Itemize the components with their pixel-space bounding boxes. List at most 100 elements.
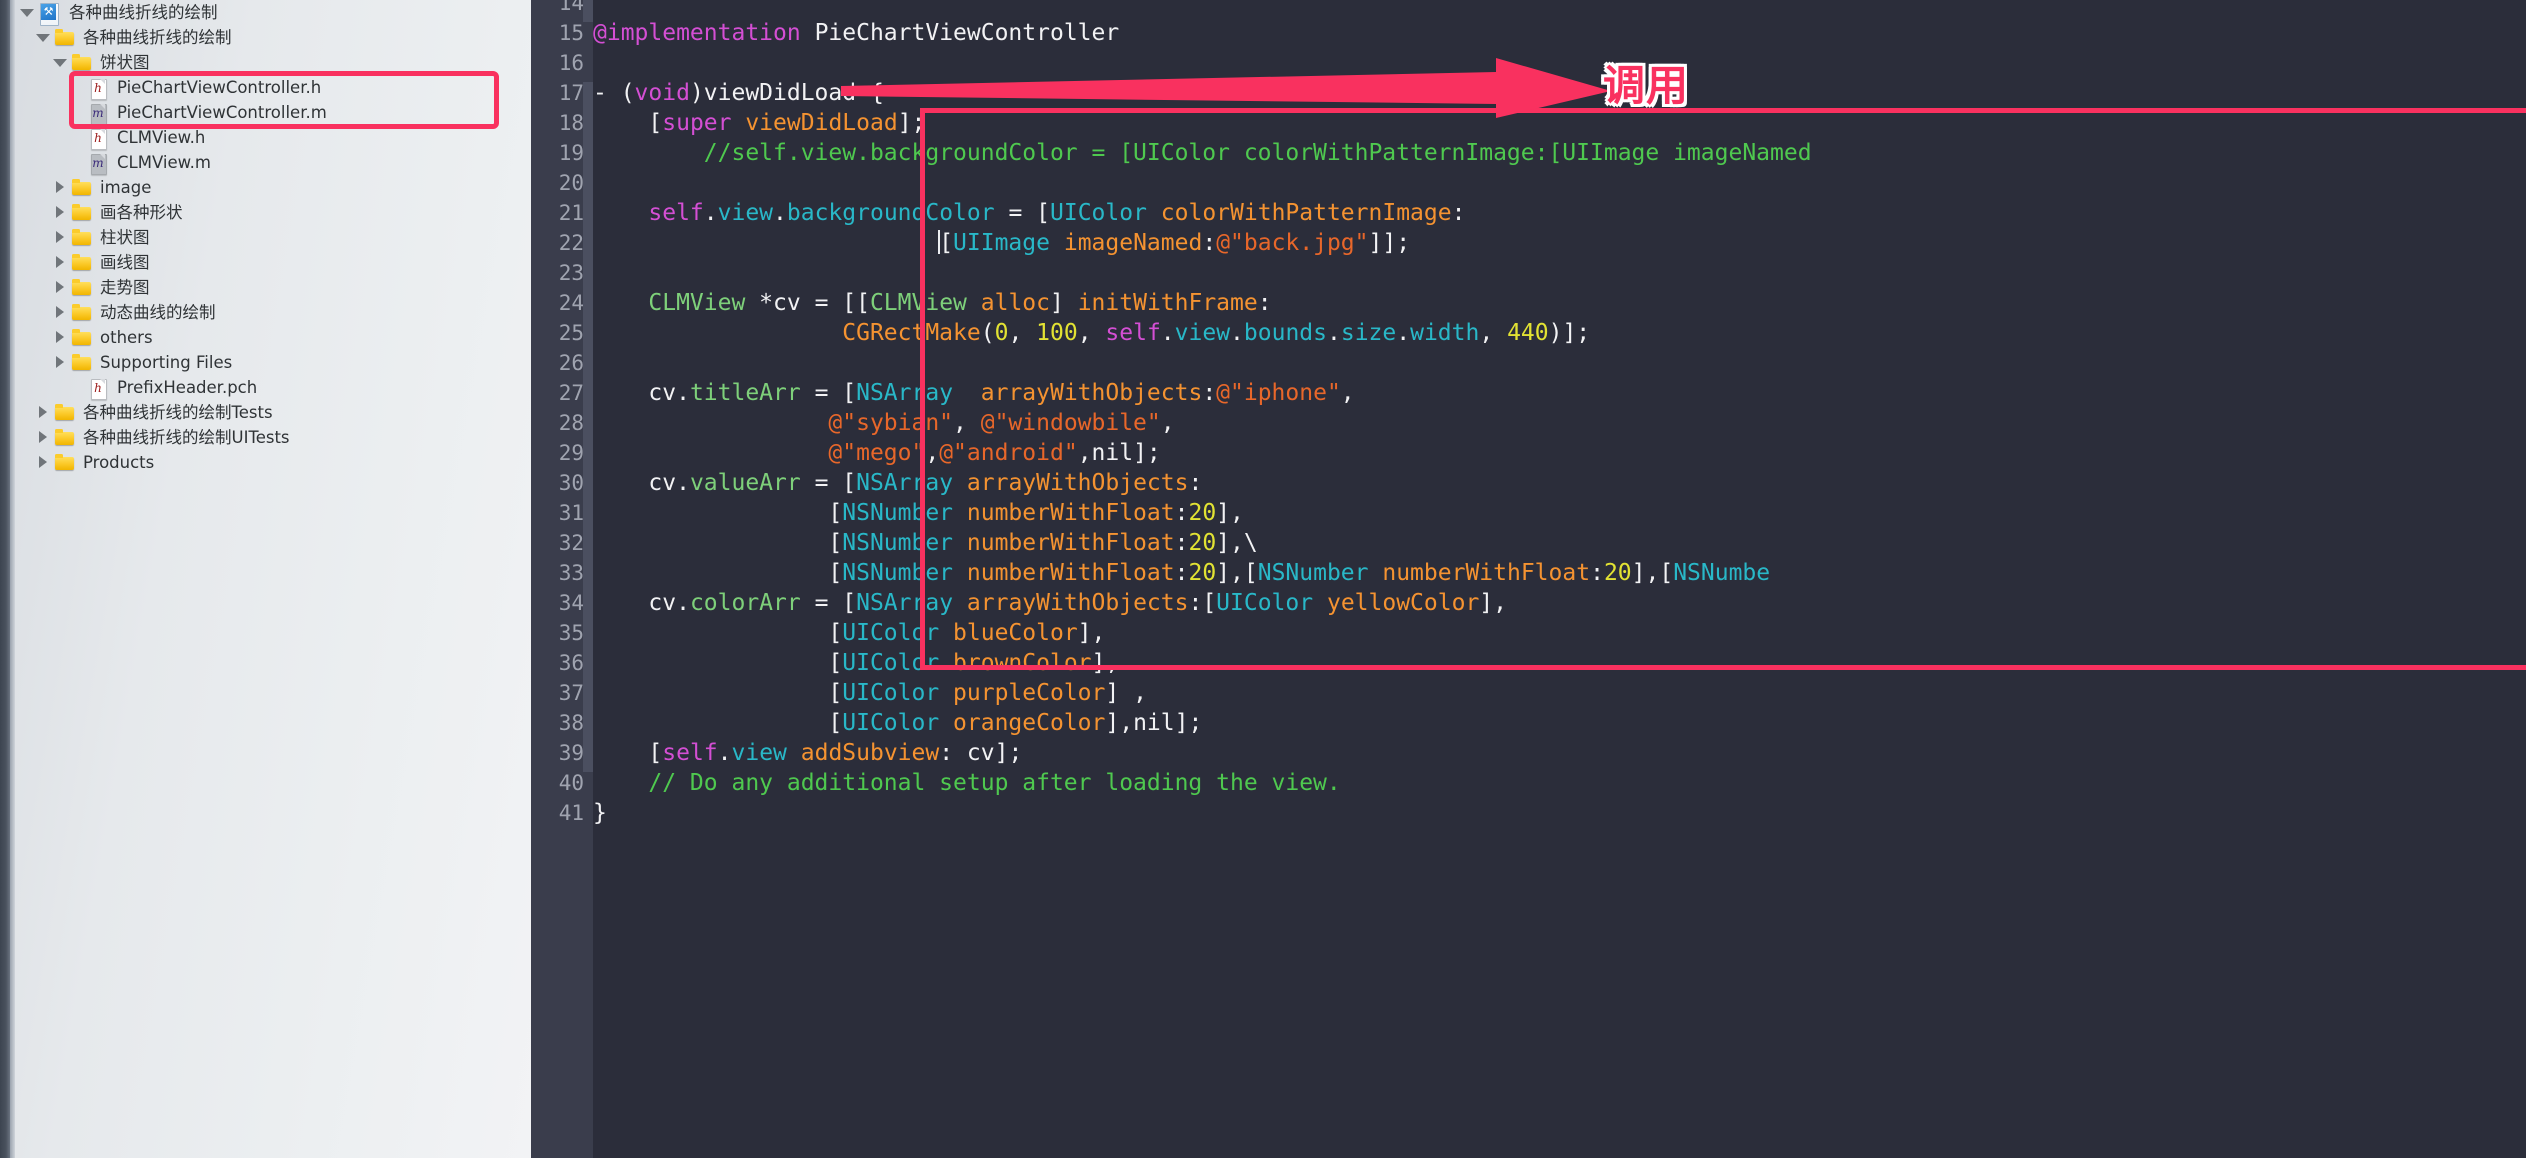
code-line[interactable]: [UIImage imageNamed:@"back.jpg"]]; [593, 228, 1410, 258]
disclosure-triangle-closed-icon[interactable] [53, 331, 66, 344]
disclosure-triangle-closed-icon[interactable] [53, 231, 66, 244]
line-number: 31 [558, 501, 584, 525]
code-fold-ribbon[interactable] [583, 0, 593, 22]
project-navigator[interactable]: ⚒ 各种曲线折线的绘制 各种曲线折线的绘制饼状图 h PieChartViewContr… [0, 0, 531, 1158]
code-token: [ [593, 530, 843, 556]
disclosure-triangle-closed-icon[interactable] [53, 181, 66, 194]
file-tree-row-label: 饼状图 [100, 53, 150, 72]
code-line[interactable]: @implementation PieChartViewController [593, 18, 1119, 48]
code-token: = [ [800, 380, 857, 406]
code-line[interactable]: CGRectMake(0, 100, self.view.bounds.size… [593, 318, 1590, 348]
code-token: )]; [1548, 320, 1591, 346]
file-tree-row[interactable]: 柱状图 [0, 225, 531, 250]
file-tree-row[interactable]: m CLMView.m [0, 150, 531, 175]
code-token: . [1327, 320, 1341, 346]
disclosure-triangle-closed-icon[interactable] [53, 206, 66, 219]
disclosure-triangle-closed-icon[interactable] [53, 256, 66, 269]
code-token: NSArray [856, 470, 954, 496]
project-file-tree[interactable]: ⚒ 各种曲线折线的绘制 各种曲线折线的绘制饼状图 h PieChartViewContr… [0, 0, 531, 475]
code-line[interactable]: [UIColor brownColor], [593, 648, 1119, 678]
file-tree-row[interactable]: ⚒ 各种曲线折线的绘制 [0, 0, 531, 26]
code-fold-ribbon[interactable] [583, 112, 593, 772]
file-tree-row[interactable]: h CLMView.h [0, 125, 531, 150]
disclosure-triangle-open-icon[interactable] [36, 31, 50, 44]
code-line[interactable]: [NSNumber numberWithFloat:20], [593, 498, 1243, 528]
source-editor[interactable]: 14 15 16 17 18 19 20 21 22 23 24 25 26 27 28 29 30 31 32 33… [531, 0, 2526, 1158]
code-token: 0 [994, 320, 1009, 346]
code-line[interactable]: cv.titleArr = [NSArray arrayWithObjects:… [593, 378, 1354, 408]
code-line[interactable]: @"mego",@"android",nil]; [593, 438, 1160, 468]
code-token: : [1174, 560, 1189, 586]
code-line[interactable]: @"sybian", @"windowbile", [593, 408, 1174, 438]
disclosure-triangle-closed-icon[interactable] [53, 306, 66, 319]
code-token: colorArr [689, 590, 801, 616]
code-token: 20 [1188, 500, 1217, 526]
file-tree-row-label: Supporting Files [100, 353, 233, 372]
code-token: , [1479, 320, 1508, 346]
code-line[interactable]: [UIColor orangeColor],nil]; [593, 708, 1202, 738]
file-tree-row-label: CLMView.h [117, 128, 206, 147]
folder-icon [71, 303, 93, 323]
file-tree-row[interactable]: others [0, 325, 531, 350]
code-line[interactable]: - (void)viewDidLoad { [593, 78, 884, 108]
file-tree-row[interactable]: 各种曲线折线的绘制 [0, 25, 531, 50]
file-tree-row[interactable]: m PieChartViewController.m [0, 100, 531, 125]
file-tree-row[interactable]: 饼状图 [0, 50, 531, 75]
line-number: 38 [558, 711, 584, 735]
disclosure-triangle-closed-icon[interactable] [36, 406, 49, 419]
file-tree-row[interactable]: 各种曲线折线的绘制Tests [0, 400, 531, 425]
file-tree-row[interactable]: 各种曲线折线的绘制UITests [0, 425, 531, 450]
line-number: 18 [558, 111, 584, 135]
disclosure-triangle-open-icon[interactable] [20, 6, 34, 19]
code-line[interactable]: [UIColor blueColor], [593, 618, 1105, 648]
line-number: 33 [558, 561, 584, 585]
code-line[interactable]: cv.valueArr = [NSArray arrayWithObjects: [593, 468, 1202, 498]
code-line[interactable]: //self.view.backgroundColor = [UIColor c… [593, 138, 1812, 168]
file-tree-row[interactable]: 动态曲线的绘制 [0, 300, 531, 325]
folder-icon [54, 428, 76, 448]
code-line[interactable]: [self.view addSubview: cv]; [593, 738, 1022, 768]
file-tree-row[interactable]: 画各种形状 [0, 200, 531, 225]
code-content[interactable]: @implementation PieChartViewController - … [593, 0, 2526, 1158]
code-line[interactable]: [super viewDidLoad]; [593, 108, 925, 138]
code-token: , [1008, 320, 1037, 346]
code-token: colorWithPatternImage [1160, 200, 1452, 226]
code-token: : [1257, 290, 1272, 316]
folder-icon [71, 253, 93, 273]
line-number: 41 [558, 801, 584, 825]
disclosure-triangle-closed-icon[interactable] [36, 456, 49, 469]
file-tree-row-label: 柱状图 [100, 228, 150, 247]
file-tree-row-label: PrefixHeader.pch [117, 378, 258, 397]
code-line[interactable]: [NSNumber numberWithFloat:20],[NSNumber … [593, 558, 1770, 588]
code-token: NSNumber [842, 530, 954, 556]
file-tree-row[interactable]: 走势图 [0, 275, 531, 300]
code-token: ], [1091, 650, 1120, 676]
file-tree-row[interactable]: image [0, 175, 531, 200]
code-line[interactable]: } [593, 798, 607, 828]
file-tree-row[interactable]: 画线图 [0, 250, 531, 275]
disclosure-triangle-closed-icon[interactable] [53, 281, 66, 294]
code-line[interactable]: // Do any additional setup after loading… [593, 768, 1340, 798]
code-line[interactable]: cv.colorArr = [NSArray arrayWithObjects:… [593, 588, 1507, 618]
code-token: UIColor [842, 680, 940, 706]
file-tree-row[interactable]: h PrefixHeader.pch [0, 375, 531, 400]
code-token: @implementation [593, 20, 801, 46]
code-line[interactable]: CLMView *cv = [[CLMView alloc] initWithF… [593, 288, 1272, 318]
code-line[interactable]: self.view.backgroundColor = [UIColor col… [593, 198, 1465, 228]
file-tree-row[interactable]: h PieChartViewController.h [0, 75, 531, 100]
project-icon: ⚒ [38, 2, 62, 26]
code-token: , [953, 410, 981, 436]
code-fold-ribbon[interactable] [583, 82, 593, 112]
code-line[interactable]: [NSNumber numberWithFloat:20],\ [593, 528, 1257, 558]
disclosure-triangle-open-icon[interactable] [53, 56, 67, 69]
disclosure-triangle-closed-icon[interactable] [36, 431, 49, 444]
disclosure-triangle-closed-icon[interactable] [53, 356, 66, 369]
code-line[interactable]: [UIColor purpleColor] , [593, 678, 1147, 708]
file-tree-row[interactable]: Products [0, 450, 531, 475]
file-tree-row[interactable]: Supporting Files [0, 350, 531, 375]
folder-icon [71, 353, 93, 373]
